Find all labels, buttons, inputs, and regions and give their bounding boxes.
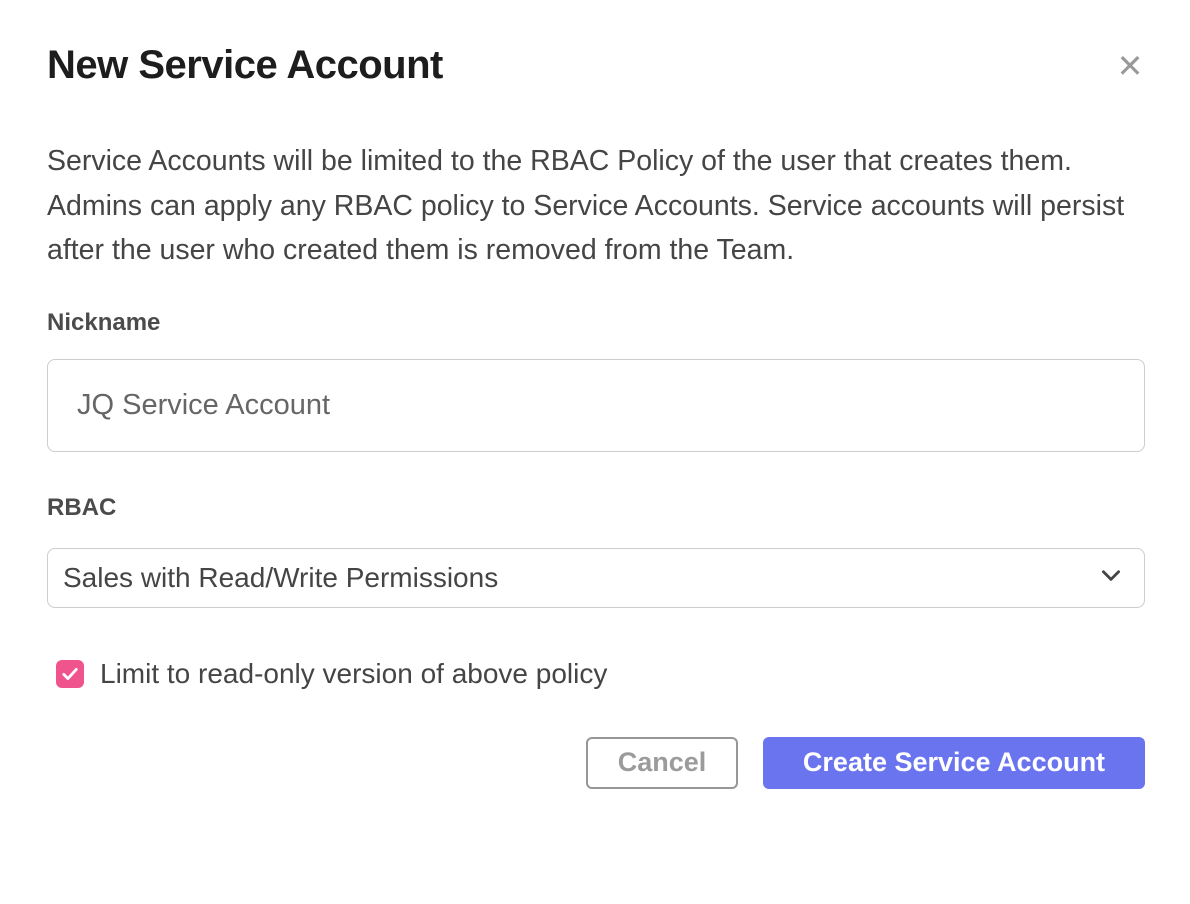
readonly-checkbox[interactable]: [56, 660, 84, 688]
nickname-input[interactable]: [47, 359, 1145, 452]
new-service-account-modal: New Service Account ✕ Service Accounts w…: [0, 0, 1190, 904]
readonly-checkbox-label[interactable]: Limit to read-only version of above poli…: [100, 658, 607, 690]
rbac-select[interactable]: Sales with Read/Write Permissions: [47, 548, 1145, 608]
modal-actions: Cancel Create Service Account: [47, 737, 1145, 789]
cancel-button[interactable]: Cancel: [586, 737, 738, 789]
check-icon: [60, 664, 80, 684]
chevron-down-icon: [1098, 562, 1124, 593]
rbac-selected-value: Sales with Read/Write Permissions: [63, 562, 498, 594]
close-icon[interactable]: ✕: [1112, 48, 1148, 84]
modal-description: Service Accounts will be limited to the …: [47, 139, 1145, 273]
create-service-account-button[interactable]: Create Service Account: [763, 737, 1145, 789]
nickname-label: Nickname: [47, 309, 1145, 337]
readonly-checkbox-row: Limit to read-only version of above poli…: [56, 658, 1145, 690]
rbac-label: RBAC: [47, 494, 1145, 522]
modal-title: New Service Account: [47, 0, 1145, 90]
